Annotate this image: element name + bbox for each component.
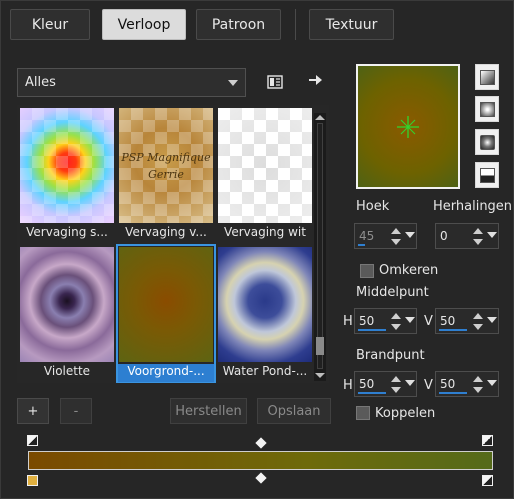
koppelen-checkbox[interactable] <box>356 406 370 420</box>
middelpunt-h-level-bar <box>358 329 386 331</box>
gradient-dialog: Kleur Verloop Patroon Textuur Alles Verv… <box>0 0 514 499</box>
gradient-thumb-voorgrond[interactable]: Voorgrond-... <box>116 244 216 383</box>
gradient-gallery: Vervaging s... PSP Magnifique Gerrie Ver… <box>17 105 329 383</box>
radial-style-icon[interactable] <box>475 129 499 155</box>
gradient-swatch <box>119 247 213 362</box>
color-stop-right[interactable] <box>482 475 493 486</box>
chevron-down-icon[interactable] <box>405 380 415 386</box>
middelpunt-h-stepper[interactable] <box>389 310 402 332</box>
brandpunt-h-spinner[interactable]: 50 <box>354 371 417 397</box>
middelpunt-v-label: V <box>424 314 433 329</box>
gradient-bar[interactable] <box>28 451 493 470</box>
scroll-track[interactable] <box>317 123 323 369</box>
corner-style-icon[interactable] <box>475 162 499 188</box>
rectangular-style-icon[interactable] <box>475 96 499 122</box>
chevron-down-icon <box>228 80 238 86</box>
scroll-up-icon[interactable] <box>315 115 325 120</box>
save-button[interactable]: Opslaan <box>257 398 331 424</box>
gradient-swatch <box>20 247 114 362</box>
herhalingen-stepper[interactable] <box>471 225 484 247</box>
category-select-value: Alles <box>25 75 56 90</box>
gradient-name: Vervaging v... <box>125 225 207 239</box>
hoek-level-bar <box>358 244 365 246</box>
herhalingen-spinner[interactable]: 0 <box>435 223 499 249</box>
gradient-thumb-water-pond[interactable]: Water Pond-... <box>217 246 313 382</box>
gradient-name: Vervaging wit <box>224 225 306 239</box>
koppelen-label: Koppelen <box>375 406 436 421</box>
herhalingen-label: Herhalingen <box>433 199 513 214</box>
chevron-down-icon[interactable] <box>487 380 497 386</box>
remove-stop-button[interactable]: - <box>60 398 92 424</box>
brandpunt-v-value: 50 <box>440 377 456 391</box>
gradient-swatch <box>218 247 312 362</box>
gradient-thumb-vervaging-s[interactable]: Vervaging s... <box>19 107 115 243</box>
omkeren-checkbox[interactable] <box>360 264 374 278</box>
gradient-name: Voorgrond-... <box>118 364 214 382</box>
gradient-thumb-vervaging-wit[interactable]: Vervaging wit <box>217 107 313 243</box>
add-stop-button[interactable]: + <box>17 398 49 424</box>
gradient-name: Water Pond-... <box>222 364 308 378</box>
brandpunt-v-label: V <box>424 378 433 393</box>
omkeren-label: Omkeren <box>379 263 439 278</box>
brandpunt-h-label: H <box>343 378 353 393</box>
brandpunt-label: Brandpunt <box>356 348 425 363</box>
color-stop-left[interactable] <box>27 475 38 486</box>
scroll-down-icon[interactable] <box>315 373 325 378</box>
arrow-right-icon[interactable] <box>305 70 325 90</box>
opacity-stop-left[interactable] <box>27 435 38 446</box>
chevron-down-icon[interactable] <box>405 317 415 323</box>
hoek-spinner[interactable]: 45 <box>354 223 417 249</box>
gallery-view-icon[interactable] <box>265 72 285 92</box>
brandpunt-h-stepper[interactable] <box>389 373 402 395</box>
middelpunt-v-stepper[interactable] <box>471 310 484 332</box>
chevron-down-icon[interactable] <box>405 232 415 238</box>
watermark-line-2: Gerrie <box>148 167 184 181</box>
tab-patroon[interactable]: Patroon <box>196 9 281 40</box>
middelpunt-v-level-bar <box>439 329 467 331</box>
middelpunt-h-spinner[interactable]: 50 <box>354 308 417 334</box>
hoek-value: 45 <box>359 229 375 243</box>
transparency-checker <box>20 108 114 223</box>
gradient-fade-overlay <box>218 108 312 223</box>
linear-style-icon[interactable] <box>475 64 499 90</box>
brandpunt-v-stepper[interactable] <box>471 373 484 395</box>
opacity-stop-right[interactable] <box>482 435 493 446</box>
gradient-thumb-violette[interactable]: Violette <box>19 246 115 382</box>
category-select[interactable]: Alles <box>17 68 246 97</box>
watermark-line-1: PSP Magnifique <box>121 150 211 164</box>
hoek-label: Hoek <box>356 199 390 214</box>
tab-verloop[interactable]: Verloop <box>102 9 186 40</box>
middelpunt-v-value: 50 <box>440 314 456 328</box>
tab-separator <box>295 9 296 40</box>
watermark-stamp: PSP Magnifique Gerrie <box>119 108 213 223</box>
tab-textuur[interactable]: Textuur <box>309 9 394 40</box>
gradient-preview[interactable] <box>356 64 460 189</box>
scroll-thumb[interactable] <box>316 337 324 355</box>
restore-button[interactable]: Herstellen <box>170 398 247 424</box>
opacity-midpoint[interactable] <box>255 437 267 449</box>
middelpunt-h-label: H <box>343 314 353 329</box>
green-cross-icon[interactable] <box>396 115 420 139</box>
gradient-thumb-vervaging-v[interactable]: PSP Magnifique Gerrie Vervaging v... <box>118 107 214 243</box>
gradient-name: Vervaging s... <box>26 225 108 239</box>
chevron-down-icon[interactable] <box>487 317 497 323</box>
color-midpoint[interactable] <box>255 472 267 484</box>
brandpunt-h-value: 50 <box>359 377 375 391</box>
tab-kleur[interactable]: Kleur <box>10 9 90 40</box>
gallery-scrollbar[interactable] <box>314 113 326 381</box>
brandpunt-v-spinner[interactable]: 50 <box>435 371 499 397</box>
herhalingen-value: 0 <box>440 229 448 243</box>
middelpunt-label: Middelpunt <box>356 285 429 300</box>
brandpunt-h-level-bar <box>358 392 386 394</box>
gradient-name: Violette <box>43 364 91 378</box>
brandpunt-v-level-bar <box>439 392 467 394</box>
chevron-down-icon[interactable] <box>487 232 497 238</box>
hoek-stepper[interactable] <box>389 225 402 247</box>
middelpunt-h-value: 50 <box>359 314 375 328</box>
middelpunt-v-spinner[interactable]: 50 <box>435 308 499 334</box>
